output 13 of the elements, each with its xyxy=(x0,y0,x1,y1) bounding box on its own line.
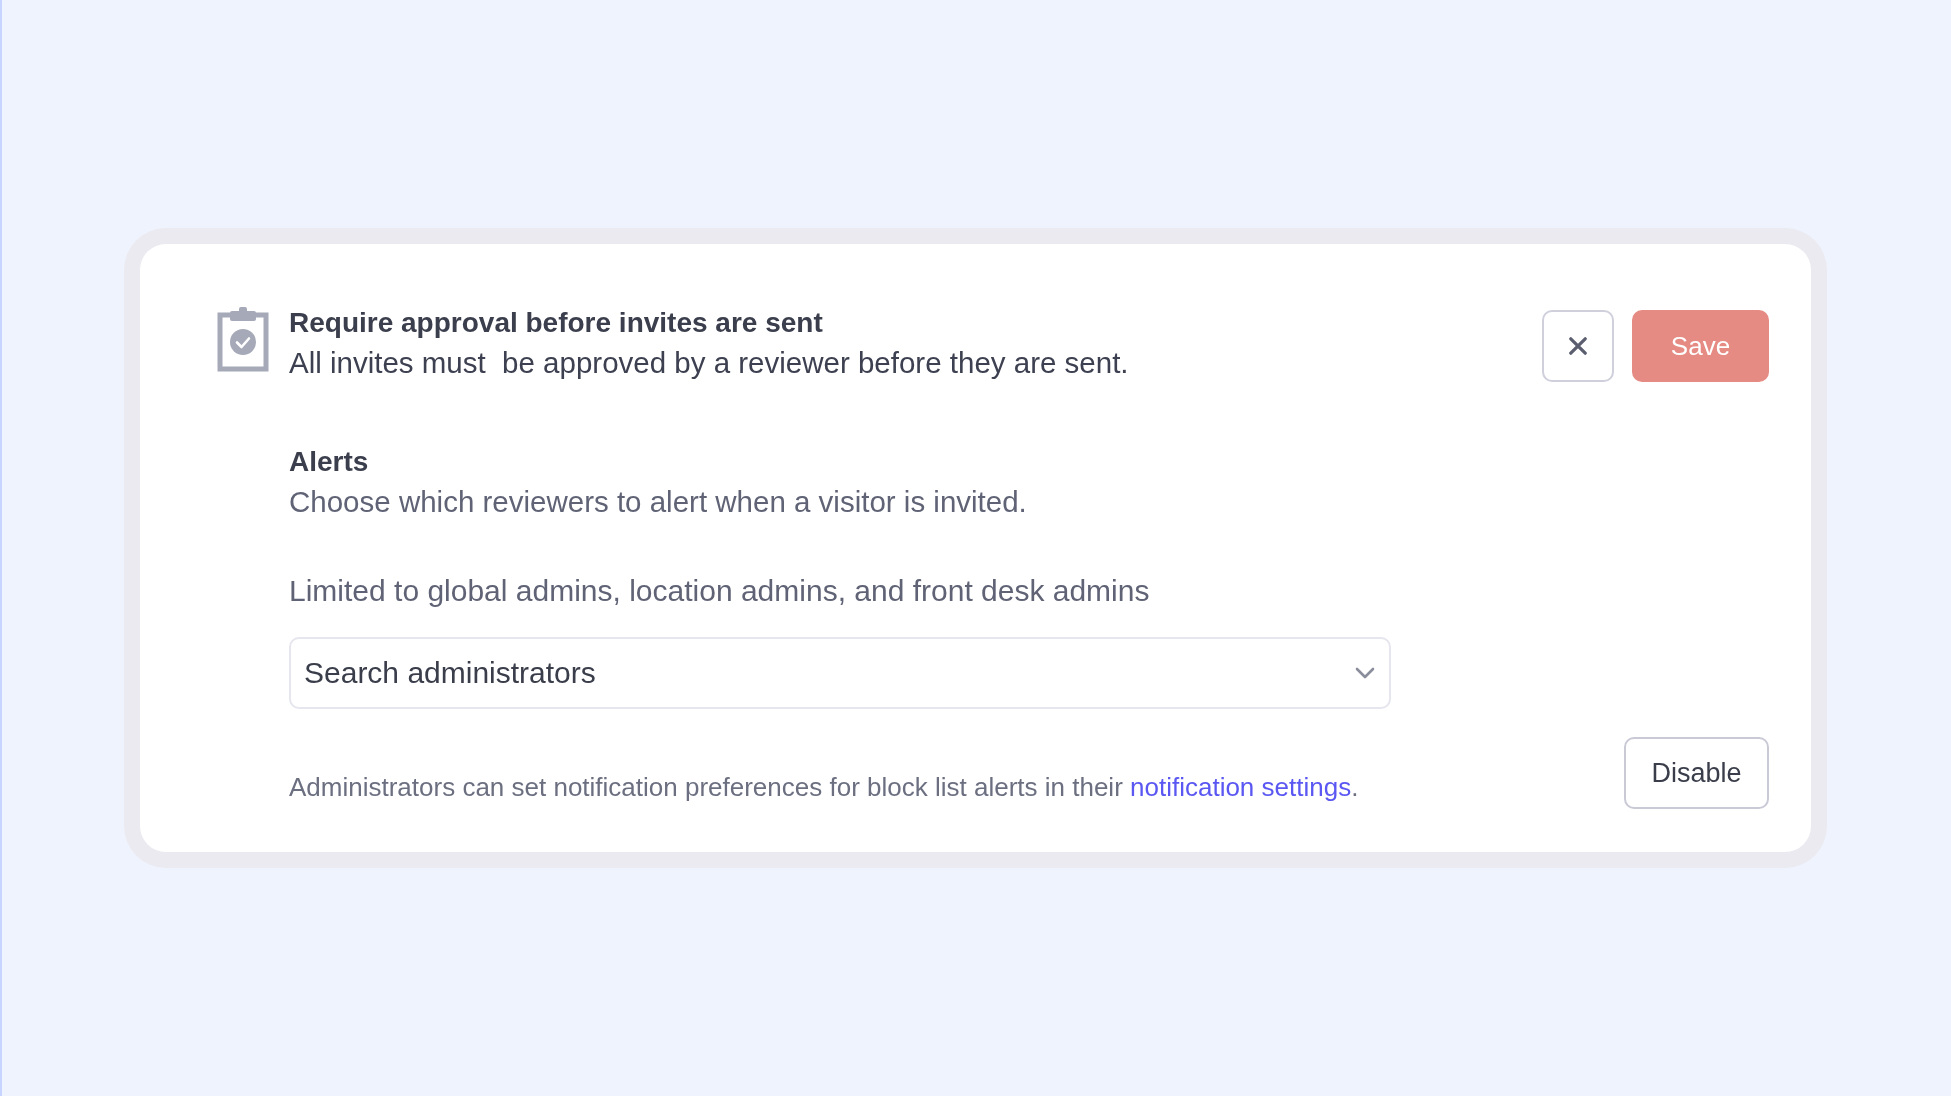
alerts-heading: Alerts xyxy=(289,445,369,479)
setting-description: All invites must be approved by a reviewer before they are sent. xyxy=(289,345,1129,381)
notification-settings-link[interactable]: notification settings xyxy=(1130,772,1352,802)
setting-title: Require approval before invites are sent xyxy=(289,306,823,340)
close-button[interactable] xyxy=(1542,310,1614,382)
notification-note: Administrators can set notification preferences for block list alerts in their notification settings. xyxy=(289,771,1359,804)
chevron-down-icon[interactable] xyxy=(1355,667,1375,679)
close-icon xyxy=(1569,337,1587,355)
restriction-note: Limited to global admins, location admins, and front desk admins xyxy=(289,573,1150,609)
clipboard-check-icon xyxy=(217,307,269,372)
search-administrators-field[interactable]: Search administrators xyxy=(289,637,1391,709)
disable-button[interactable]: Disable xyxy=(1624,737,1769,809)
alerts-description: Choose which reviewers to alert when a visitor is invited. xyxy=(289,484,1027,520)
